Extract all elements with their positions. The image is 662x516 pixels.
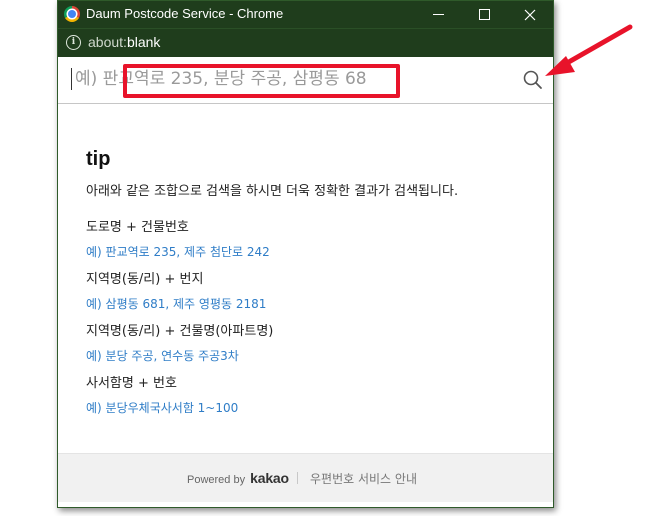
annotation-arrow-icon bbox=[545, 24, 633, 76]
